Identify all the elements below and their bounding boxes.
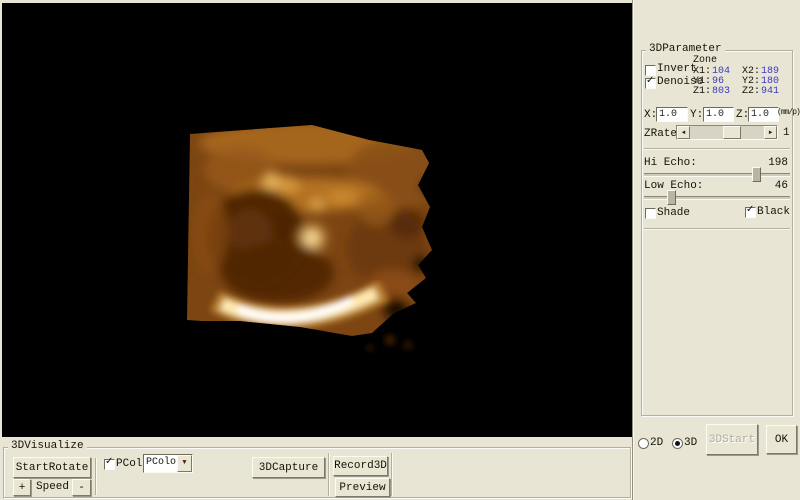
- pcolor-checkbox[interactable]: [104, 459, 115, 470]
- speed-minus-button[interactable]: -: [72, 479, 91, 496]
- denoise-checkbox[interactable]: [645, 78, 656, 89]
- invert-label: Invert: [657, 63, 697, 75]
- chevron-down-icon[interactable]: ▼: [177, 455, 192, 472]
- scale-z-input[interactable]: 1.0: [748, 107, 779, 122]
- zrate-value: 1: [783, 127, 790, 139]
- zone-z1-value: 803: [712, 87, 742, 97]
- shade-checkbox[interactable]: [645, 208, 656, 219]
- hi-echo-slider-track[interactable]: [644, 173, 790, 177]
- capture-3d-button[interactable]: 3DCapture: [252, 457, 325, 478]
- speed-plus-button[interactable]: +: [13, 479, 31, 496]
- zrate-label: ZRate: [644, 128, 677, 140]
- mode-2d-radio[interactable]: [638, 438, 649, 449]
- shade-label: Shade: [657, 207, 690, 219]
- zone-values: X1: 104 X2: 189 Y1: 96 Y2: 180 Z1: 803 Z…: [693, 67, 791, 97]
- scale-y-label: Y:: [690, 109, 703, 121]
- control-panel: 3DParameter Invert Denoise Zone X1: 104 …: [632, 0, 800, 500]
- start-rotate-button[interactable]: StartRotate: [13, 457, 91, 478]
- separator: [328, 453, 330, 496]
- parameter-groupbox: 3DParameter Invert Denoise Zone X1: 104 …: [641, 50, 793, 416]
- app-window: { "window": { "bg_color": "#e9e5d4", "vi…: [0, 0, 800, 500]
- separator: [391, 453, 393, 496]
- ok-button[interactable]: OK: [766, 425, 797, 454]
- scale-x-input[interactable]: 1.0: [656, 107, 688, 122]
- record-3d-button[interactable]: Record3D: [333, 456, 388, 476]
- ultrasound-render: [180, 113, 436, 353]
- scale-unit-label: (mm/p): [777, 108, 800, 117]
- low-echo-slider-thumb[interactable]: [667, 190, 676, 205]
- speed-label: Speed: [36, 481, 69, 493]
- black-checkbox[interactable]: [745, 207, 756, 218]
- scale-y-input[interactable]: 1.0: [703, 107, 734, 122]
- separator: [95, 458, 97, 495]
- ultrasound-volume-image: [180, 113, 436, 353]
- black-label: Black: [757, 206, 790, 218]
- start3d-button[interactable]: 3DStart: [706, 424, 758, 455]
- hi-echo-label: Hi Echo:: [644, 157, 697, 169]
- low-echo-slider-track[interactable]: [644, 196, 790, 200]
- mode-3d-label: 3D: [684, 437, 697, 449]
- zone-z2-label: Z2:: [742, 87, 761, 97]
- zone-z1-label: Z1:: [693, 87, 712, 97]
- zone-title: Zone: [693, 55, 717, 66]
- render-viewport[interactable]: [2, 3, 632, 437]
- zrate-scrollbar[interactable]: ◄ ►: [676, 125, 778, 140]
- preview-button[interactable]: Preview: [335, 478, 390, 497]
- zrate-left-arrow-icon[interactable]: ◄: [677, 126, 690, 139]
- hi-echo-value: 198: [768, 157, 788, 169]
- parameter-group-title: 3DParameter: [646, 43, 725, 55]
- pcolor-dropdown[interactable]: PColor ▼: [143, 454, 193, 473]
- zrate-right-arrow-icon[interactable]: ►: [764, 126, 777, 139]
- mode-3d-radio[interactable]: [672, 438, 683, 449]
- separator: [644, 228, 790, 230]
- hi-echo-slider-thumb[interactable]: [752, 167, 761, 182]
- zrate-scrollbar-thumb[interactable]: [723, 126, 741, 139]
- zone-z2-value: 941: [761, 87, 791, 97]
- invert-checkbox[interactable]: [645, 65, 656, 76]
- separator: [644, 148, 790, 150]
- low-echo-value: 46: [775, 180, 788, 192]
- visualize-group-title: 3DVisualize: [8, 440, 87, 452]
- mode-2d-label: 2D: [650, 437, 663, 449]
